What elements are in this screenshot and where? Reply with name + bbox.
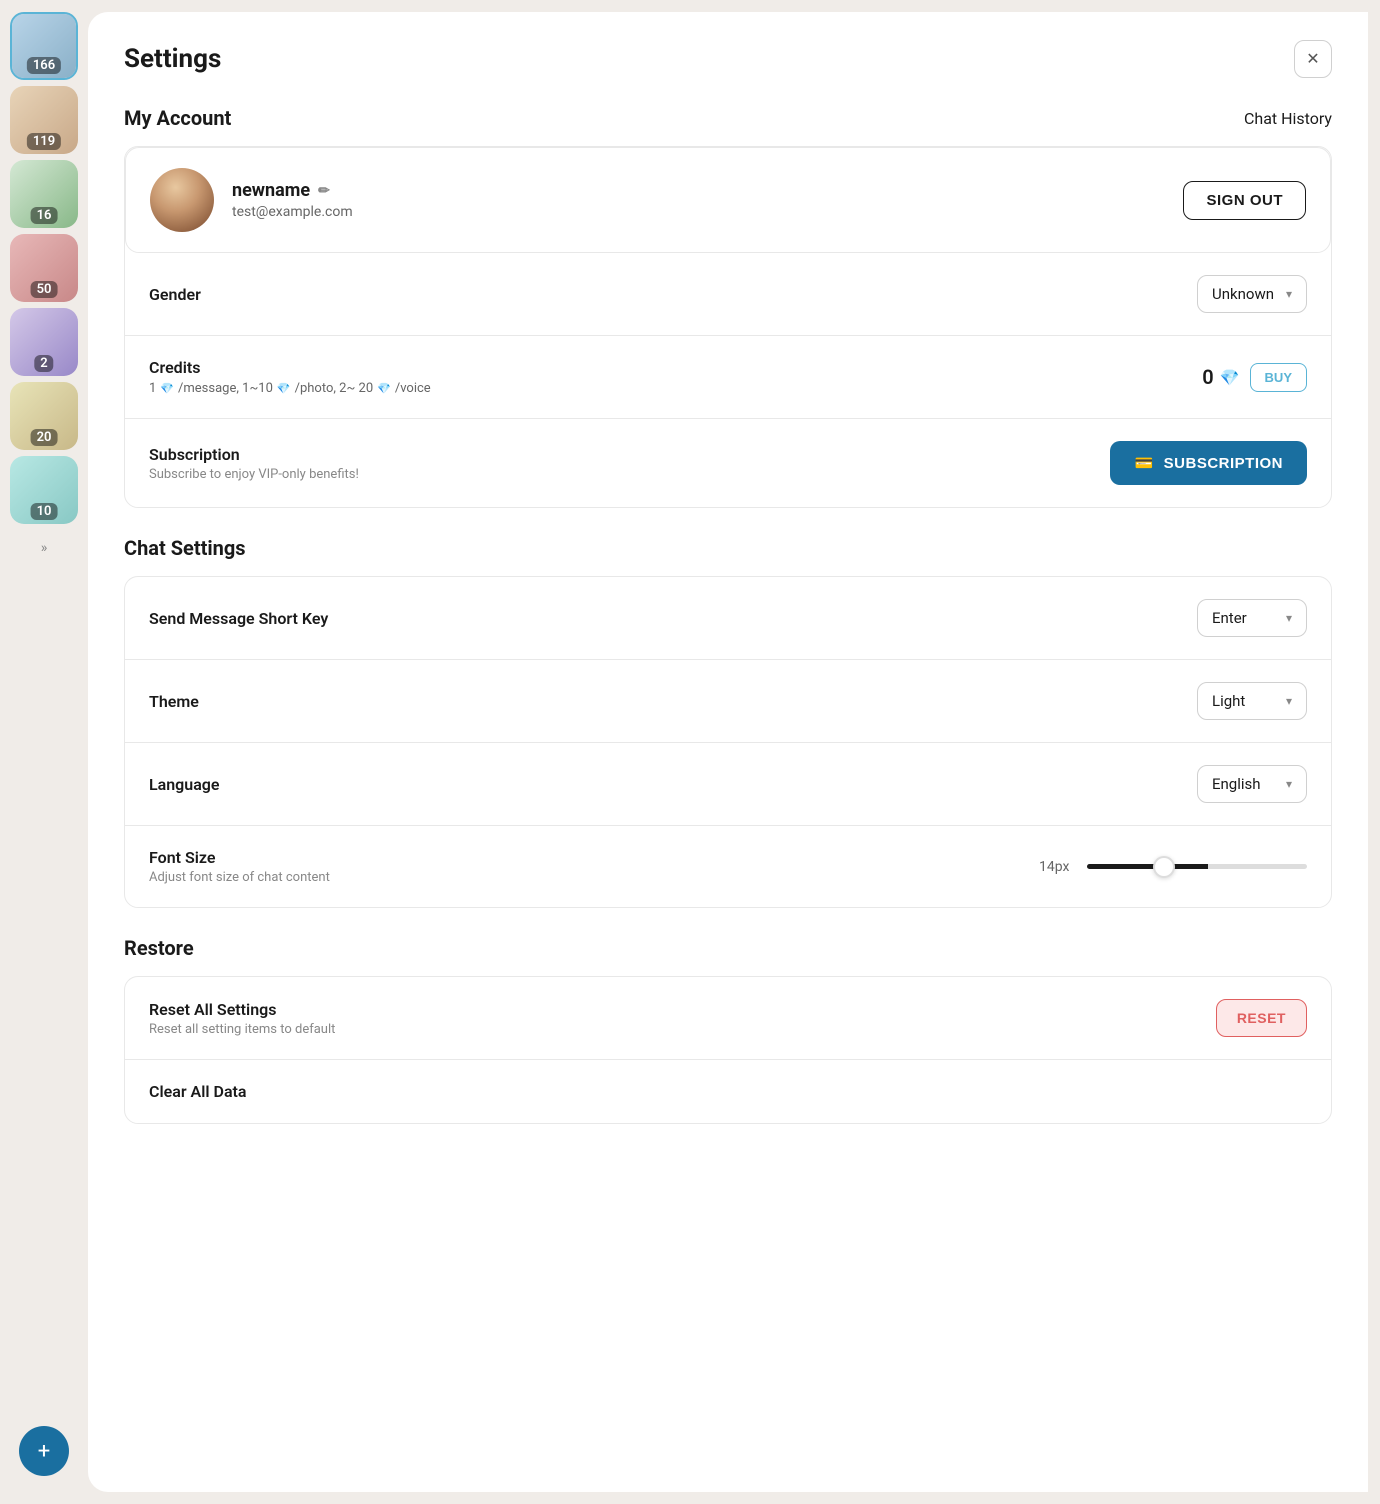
restore-title: Restore (124, 936, 194, 960)
chat-settings-section: Chat Settings Send Message Short Key Ent… (124, 536, 1332, 908)
subscription-row: Subscription Subscribe to enjoy VIP-only… (125, 419, 1331, 507)
subscription-label: Subscription (149, 445, 240, 464)
account-card-section: newname ✏ test@example.com SIGN OUT Gend… (124, 146, 1332, 508)
settings-panel: Settings ✕ My Account Chat History newna… (88, 12, 1368, 1492)
credits-label: Credits (149, 358, 200, 377)
sign-out-button[interactable]: SIGN OUT (1183, 181, 1306, 220)
theme-value: Light (1212, 692, 1245, 710)
font-size-label: Font Size (149, 848, 215, 867)
sidebar-badge-3: 16 (31, 207, 58, 224)
restore-header: Restore (124, 936, 1332, 960)
theme-chevron: ▾ (1286, 694, 1292, 708)
language-chevron: ▾ (1286, 777, 1292, 791)
sidebar-item-7[interactable]: 10 (10, 456, 78, 524)
sidebar: 166 119 16 50 2 20 10 » + (0, 0, 88, 1504)
language-label: Language (149, 775, 220, 794)
reset-all-sublabel: Reset all setting items to default (149, 1022, 1216, 1037)
font-size-sublabel: Adjust font size of chat content (149, 870, 1039, 885)
theme-row: Theme Light ▾ (125, 660, 1331, 743)
chat-history-link[interactable]: Chat History (1244, 109, 1332, 128)
sidebar-item-6[interactable]: 20 (10, 382, 78, 450)
diamond-icon-1: 💎 (160, 382, 174, 395)
font-size-row: Font Size Adjust font size of chat conte… (125, 826, 1331, 907)
expand-icon: » (41, 540, 48, 556)
restore-section: Restore Reset All Settings Reset all set… (124, 936, 1332, 1124)
subscription-button[interactable]: 💳 SUBSCRIPTION (1110, 441, 1307, 485)
shortkey-dropdown[interactable]: Enter ▾ (1197, 599, 1307, 637)
close-icon: ✕ (1306, 49, 1319, 69)
sidebar-expand-button[interactable]: » (30, 534, 58, 562)
account-info: newname ✏ test@example.com (150, 168, 353, 232)
sidebar-item-2[interactable]: 119 (10, 86, 78, 154)
gender-row: Gender Unknown ▾ (125, 253, 1331, 336)
shortkey-chevron: ▾ (1286, 611, 1292, 625)
sidebar-badge-6: 20 (31, 429, 58, 446)
chat-settings-title: Chat Settings (124, 536, 246, 560)
subscription-button-label: SUBSCRIPTION (1164, 455, 1283, 472)
clear-all-data-row: Clear All Data (125, 1060, 1331, 1123)
credits-number: 0 (1202, 365, 1213, 389)
sidebar-badge-5: 2 (34, 355, 53, 372)
subscription-card-icon: 💳 (1134, 454, 1153, 472)
add-chat-button[interactable]: + (19, 1426, 69, 1476)
theme-label: Theme (149, 692, 199, 711)
diamond-icon-3: 💎 (377, 382, 391, 395)
sidebar-item-3[interactable]: 16 (10, 160, 78, 228)
credits-row: Credits 1 💎 /message, 1~10 💎 /photo, 2~ … (125, 336, 1331, 419)
edit-name-icon[interactable]: ✏ (318, 183, 330, 199)
my-account-title: My Account (124, 106, 231, 130)
chat-settings-header: Chat Settings (124, 536, 1332, 560)
clear-all-data-label: Clear All Data (149, 1082, 247, 1101)
font-size-value: 14px (1039, 859, 1075, 875)
credits-diamond-icon: 💎 (1220, 368, 1240, 387)
sidebar-badge-2: 119 (27, 133, 61, 150)
my-account-section: My Account Chat History newname ✏ test@e… (124, 106, 1332, 508)
diamond-icon-2: 💎 (277, 382, 291, 395)
chat-settings-rows: Send Message Short Key Enter ▾ Theme Lig… (124, 576, 1332, 908)
credits-value: 0 💎 (1202, 365, 1239, 389)
sidebar-badge-1: 166 (27, 57, 61, 74)
reset-all-label: Reset All Settings (149, 1000, 276, 1019)
shortkey-value: Enter (1212, 609, 1247, 627)
subscription-sublabel: Subscribe to enjoy VIP-only benefits! (149, 467, 1110, 482)
language-value: English (1212, 775, 1261, 793)
sidebar-item-5[interactable]: 2 (10, 308, 78, 376)
restore-rows: Reset All Settings Reset all setting ite… (124, 976, 1332, 1124)
language-dropdown[interactable]: English ▾ (1197, 765, 1307, 803)
sidebar-item-1[interactable]: 166 (10, 12, 78, 80)
reset-all-row: Reset All Settings Reset all setting ite… (125, 977, 1331, 1060)
sidebar-badge-7: 10 (31, 503, 58, 520)
theme-dropdown[interactable]: Light ▾ (1197, 682, 1307, 720)
credits-description: 1 💎 /message, 1~10 💎 /photo, 2~ 20 💎 /vo… (149, 381, 1202, 396)
shortkey-label: Send Message Short Key (149, 609, 328, 628)
gender-chevron: ▾ (1286, 287, 1292, 301)
sidebar-badge-4: 50 (31, 281, 58, 298)
account-name-row: newname ✏ (232, 180, 353, 201)
add-icon: + (38, 1439, 50, 1464)
page-title: Settings (124, 44, 221, 74)
username-text: newname (232, 180, 310, 201)
close-button[interactable]: ✕ (1294, 40, 1332, 78)
buy-credits-button[interactable]: BUY (1250, 363, 1307, 392)
account-email: test@example.com (232, 204, 353, 220)
sidebar-item-4[interactable]: 50 (10, 234, 78, 302)
my-account-header: My Account Chat History (124, 106, 1332, 130)
reset-all-button[interactable]: RESET (1216, 999, 1307, 1037)
gender-label: Gender (149, 285, 201, 304)
shortkey-row: Send Message Short Key Enter ▾ (125, 577, 1331, 660)
settings-header: Settings ✕ (124, 40, 1332, 78)
gender-value: Unknown (1212, 285, 1274, 303)
account-info-row: newname ✏ test@example.com SIGN OUT (125, 147, 1331, 253)
gender-dropdown[interactable]: Unknown ▾ (1197, 275, 1307, 313)
font-size-slider[interactable] (1087, 864, 1307, 869)
avatar (150, 168, 214, 232)
account-details: newname ✏ test@example.com (232, 180, 353, 220)
font-size-control: 14px (1039, 859, 1307, 875)
language-row: Language English ▾ (125, 743, 1331, 826)
